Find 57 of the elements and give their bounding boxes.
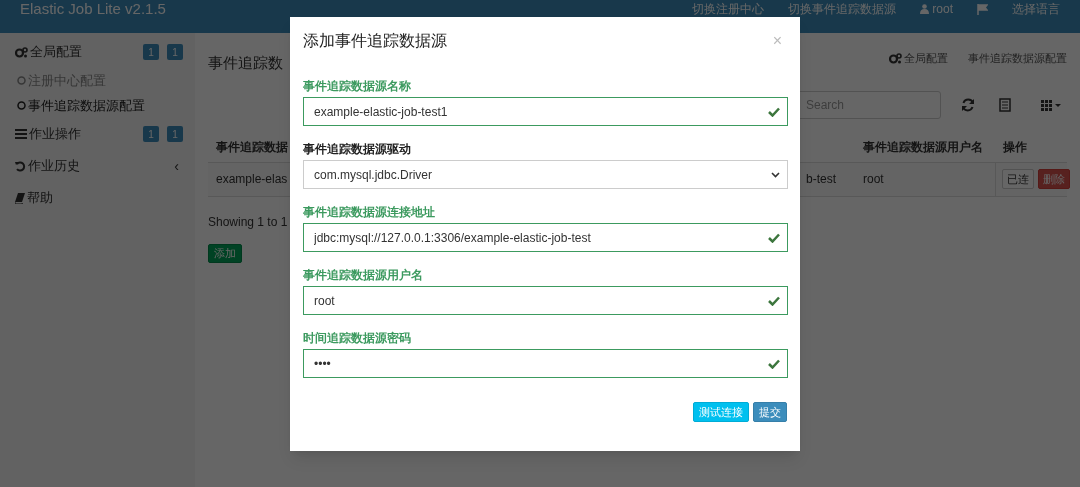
field-label: 时间追踪数据源密码	[303, 330, 412, 347]
book-icon	[15, 192, 25, 204]
table-cell: example-elas	[216, 172, 288, 186]
history-icon	[15, 160, 26, 172]
brand-title[interactable]: Elastic Job Lite v2.1.5	[20, 2, 166, 16]
sidebar-subitem[interactable]: 事件追踪数据源配置	[17, 95, 145, 116]
nav-link[interactable]: 选择语言	[1012, 2, 1060, 16]
column-header: 操作	[1003, 140, 1027, 154]
user-link[interactable]: root	[920, 2, 953, 16]
list-view-icon[interactable]	[999, 97, 1011, 112]
gears-icon	[889, 52, 902, 64]
nav-link[interactable]: 切换事件追踪数据源	[788, 2, 897, 16]
list-icon	[15, 129, 27, 139]
input-field[interactable]: example-elastic-job-test1	[303, 97, 788, 126]
grid-dropdown-icon[interactable]	[1041, 98, 1061, 111]
field-label: 事件追踪数据源驱动	[303, 141, 412, 158]
password-field[interactable]: ••••	[303, 349, 788, 378]
refresh-icon[interactable]	[961, 97, 975, 112]
nav-link[interactable]: 切换注册中心	[692, 2, 765, 16]
circle-icon	[17, 101, 26, 110]
test-connection-button[interactable]: 测试连接	[693, 402, 749, 422]
sidebar-item[interactable]: 全局配置	[15, 42, 82, 62]
count-badge: 1	[167, 44, 183, 60]
caret-icon[interactable]: ‹	[174, 155, 179, 177]
count-badge: 1	[143, 126, 159, 142]
sidebar-item[interactable]: 作业操作	[15, 124, 81, 144]
checkmark-icon	[768, 359, 780, 369]
select-field[interactable]: com.mysql.jdbc.Driver	[303, 160, 788, 189]
checkmark-icon	[768, 107, 780, 117]
chevron-down-icon	[771, 172, 780, 178]
sidebar-item[interactable]: 作业历史	[15, 156, 80, 176]
action-button[interactable]: 已连	[1002, 169, 1034, 189]
field-label: 事件追踪数据源用户名	[303, 267, 424, 284]
table-cell: root	[863, 172, 884, 186]
count-badge: 1	[167, 126, 183, 142]
flag-icon[interactable]	[977, 3, 988, 15]
user-icon	[920, 4, 930, 14]
submit-button[interactable]: 提交	[753, 402, 787, 422]
breadcrumb-link[interactable]: 全局配置	[889, 50, 948, 67]
input-field[interactable]: root	[303, 286, 788, 315]
table-cell: b-test	[806, 172, 836, 186]
field-label: 事件追踪数据源连接地址	[303, 204, 436, 221]
table-footer-text: Showing 1 to 1	[208, 213, 288, 231]
count-badge: 1	[143, 44, 159, 60]
column-header: 事件追踪数据	[216, 140, 288, 154]
sidebar-item[interactable]: 帮助	[15, 188, 53, 208]
circle-icon	[17, 76, 26, 85]
checkmark-icon	[768, 233, 780, 243]
modal-title: 添加事件追踪数据源	[303, 31, 447, 51]
column-header: 事件追踪数据源用户名	[863, 140, 983, 154]
close-button[interactable]: ×	[772, 29, 782, 53]
checkmark-icon	[768, 296, 780, 306]
input-field[interactable]: jdbc:mysql://127.0.0.1:3306/example-elastic-job-test	[303, 223, 788, 252]
field-label: 事件追踪数据源名称	[303, 78, 412, 95]
add-button[interactable]: 添加	[208, 243, 242, 263]
gears-icon	[15, 46, 28, 58]
page-title: 事件追踪数	[208, 53, 283, 73]
